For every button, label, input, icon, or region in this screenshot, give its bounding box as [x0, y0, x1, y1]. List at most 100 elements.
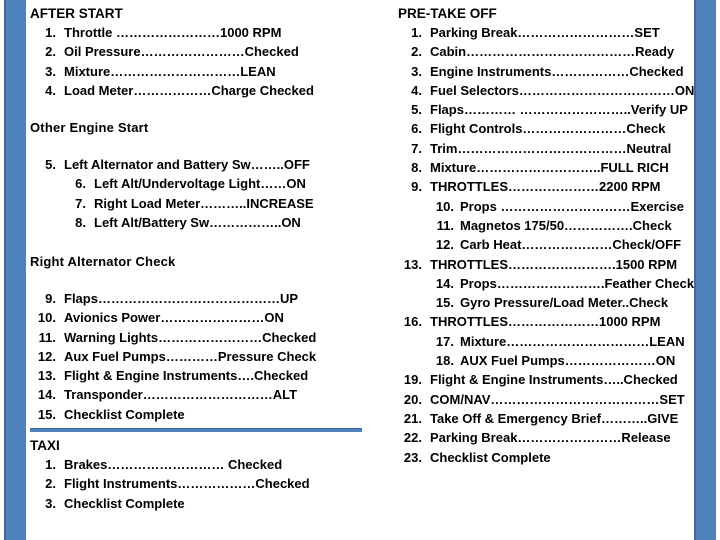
checklist-item: 4. Fuel Selectors………………………………ON	[398, 81, 694, 100]
checklist-item-number: 6.	[75, 176, 86, 192]
checklist-item-number: 6.	[411, 121, 422, 137]
checklist-item: 18. AUX Fuel Pumps…………………ON	[398, 351, 690, 370]
checklist-item-number: 12.	[435, 237, 454, 253]
left-side-tab-bar: AFTER START TAXI	[0, 0, 26, 540]
checklist-item-number: 2.	[45, 44, 56, 60]
checklist-item: 3. Checklist Complete	[30, 494, 375, 513]
checklist-item-number: 14.	[37, 387, 56, 403]
checklist-item-number: 21.	[403, 410, 422, 426]
checklist-item: 10. Props …………………………Exercise	[398, 197, 690, 216]
checklist-item-text: Checklist Complete	[64, 406, 185, 422]
checklist-item-number: 8.	[75, 214, 86, 230]
checklist-item-number: 3.	[45, 63, 56, 79]
checklist-item: 22. Parking Break……………………Release	[398, 428, 690, 447]
checklist-item-number: 20.	[403, 391, 422, 407]
checklist-item: 2. Oil Pressure……………………Checked	[30, 42, 375, 61]
checklist-item: 3. Mixture…………………………LEAN	[30, 62, 375, 81]
checklist-item: 3. Engine Instruments………………Checked	[398, 62, 690, 81]
checklist-item: 15. Checklist Complete	[30, 405, 375, 424]
checklist-item-text: Trim…………………………………Neutral	[430, 140, 672, 156]
checklist-item: 20. COM/NAV…………………………………SET	[398, 390, 690, 409]
checklist-item-text: Props …………………………Exercise	[460, 198, 684, 214]
checklist-item-number: 1.	[411, 25, 422, 40]
taxi-title: TAXI	[30, 438, 60, 453]
other-engine-start-list: 5. Left Alternator and Battery Sw……..OFF 6…	[30, 155, 375, 232]
checklist-item-text: Left Alt/Undervoltage Light……ON	[94, 176, 306, 192]
checklist-item-number: 18.	[435, 353, 454, 369]
checklist-item-number: 15.	[435, 295, 454, 311]
checklist-item-number: 23.	[403, 449, 422, 465]
checklist-item: 1. Throttle ……………………1000 RPM	[30, 23, 375, 42]
checklist-item: 5. Left Alternator and Battery Sw……..OFF	[30, 155, 375, 174]
checklist-item-text: Avionics Power……………………ON	[64, 310, 284, 326]
checklist-item: 17. Mixture……………………………LEAN	[398, 332, 690, 351]
checklist-item: 2. Cabin…………………………………Ready	[398, 42, 690, 61]
checklist-item-text: Flight & Engine Instruments…..Checked	[430, 372, 678, 388]
checklist-item-text: Warning Lights……………………Checked	[64, 329, 317, 345]
checklist-item: 19. Flight & Engine Instruments…..Checked	[398, 370, 690, 389]
checklist-item: 2. Flight Instruments………………Checked	[30, 474, 375, 493]
checklist-item-number: 2.	[45, 476, 56, 492]
checklist-item: 13. Flight & Engine Instruments….Checked	[30, 366, 375, 385]
checklist-item-number: 5.	[411, 102, 422, 118]
checklist-item-text: COM/NAV…………………………………SET	[430, 391, 685, 407]
checklist-item-text: Carb Heat…………………Check/OFF	[460, 237, 682, 253]
checklist-item-text: Engine Instruments………………Checked	[430, 63, 684, 79]
checklist-item: 8. Left Alt/Battery Sw……………..ON	[30, 213, 375, 232]
checklist-item-text: Mixture……………………………LEAN	[460, 333, 685, 349]
checklist-item: 5. Flaps………… ……………………..Verify UP	[398, 100, 690, 119]
checklist-item-text: Checklist Complete	[64, 495, 185, 511]
checklist-item: 6. Left Alt/Undervoltage Light……ON	[30, 174, 375, 193]
checklist-item-number: 22.	[403, 430, 422, 446]
checklist-item-number: 16.	[403, 314, 422, 330]
checklist-item-text: Flight & Engine Instruments….Checked	[64, 368, 309, 384]
checklist-item: 9. Flaps……………………………………UP	[30, 289, 375, 308]
checklist-item-number: 4.	[45, 82, 56, 98]
checklist-item-number: 3.	[45, 495, 56, 511]
checklist-item-number: 17.	[435, 333, 454, 349]
checklist-item: 13. THROTTLES…………………….1500 RPM	[398, 255, 690, 274]
checklist-item: 15. Gyro Pressure/Load Meter..Check	[398, 293, 690, 312]
checklist-item-number: 8.	[411, 160, 422, 176]
checklist-item: 16. THROTTLES…………………1000 RPM	[398, 312, 690, 331]
checklist-item: 1. Brakes……………………… Checked	[30, 455, 375, 474]
checklist-item-number: 4.	[411, 82, 422, 98]
checklist-item-text: Oil Pressure……………………Checked	[64, 44, 299, 60]
checklist-item-text: THROTTLES…………………2200 RPM	[430, 179, 661, 195]
checklist-item: 10. Avionics Power……………………ON	[30, 308, 375, 327]
checklist-item-text: Magnetos 175/50…………….Check	[460, 217, 672, 233]
section-after-start: AFTER START 1. Throttle ……………………1000 RPM 2…	[30, 4, 375, 100]
checklist-item: 23. Checklist Complete	[398, 448, 690, 467]
checklist-item: 7. Trim…………………………………Neutral	[398, 139, 690, 158]
right-alternator-check-title: Right Alternator Check	[30, 254, 176, 269]
checklist-item-text: Aux Fuel Pumps…………Pressure Check	[64, 348, 317, 364]
checklist-item-number: 13.	[37, 368, 56, 384]
checklist-item-text: AUX Fuel Pumps…………………ON	[460, 353, 676, 369]
checklist-item: 4. Load Meter………………Charge Checked	[30, 81, 375, 100]
checklist-item: 8. Mixture………………………..FULL RICH	[398, 158, 690, 177]
checklist-item-text: Flaps………… ……………………..Verify UP	[430, 102, 688, 118]
checklist-item-number: 12.	[37, 348, 56, 364]
checklist-item-text: Flaps……………………………………UP	[64, 291, 299, 306]
checklist-item-number: 5.	[45, 157, 56, 172]
checklist-item-text: Left Alt/Battery Sw……………..ON	[94, 214, 301, 230]
checklist-item-number: 1.	[45, 457, 56, 472]
checklist-item-text: Checklist Complete	[430, 449, 551, 465]
checklist-item-text: Flight Controls……………………Check	[430, 121, 666, 137]
section-other-engine-start: 5. Left Alternator and Battery Sw……..OFF 6…	[30, 155, 375, 232]
checklist-item-text: THROTTLES…………………1000 RPM	[430, 314, 661, 330]
checklist-item-number: 7.	[75, 195, 86, 211]
checklist-item: 12. Aux Fuel Pumps…………Pressure Check	[30, 347, 375, 366]
checklist-item-text: Flight Instruments………………Checked	[64, 476, 310, 492]
section-other-engine-start-header: Other Engine Start	[30, 118, 375, 137]
pre-take-off-list: 1. Parking Break………………………SET 2. Cabin…………………	[398, 23, 694, 467]
checklist-item-text: Transponder…………………………ALT	[64, 387, 298, 403]
checklist-item-text: Brakes……………………… Checked	[64, 457, 283, 472]
section-divider-line	[30, 428, 362, 432]
checklist-item: 6. Flight Controls……………………Check	[398, 119, 690, 138]
section-taxi: TAXI 1. Brakes……………………… Checked 2. Flight I…	[30, 436, 375, 513]
checklist-item-text: Throttle ……………………1000 RPM	[64, 25, 282, 40]
section-right-alternator-check: 9. Flaps……………………………………UP 10. Avionics Power…	[30, 289, 375, 424]
other-engine-start-title: Other Engine Start	[30, 120, 149, 135]
checklist-item-text: Parking Break……………………Release	[430, 430, 671, 446]
